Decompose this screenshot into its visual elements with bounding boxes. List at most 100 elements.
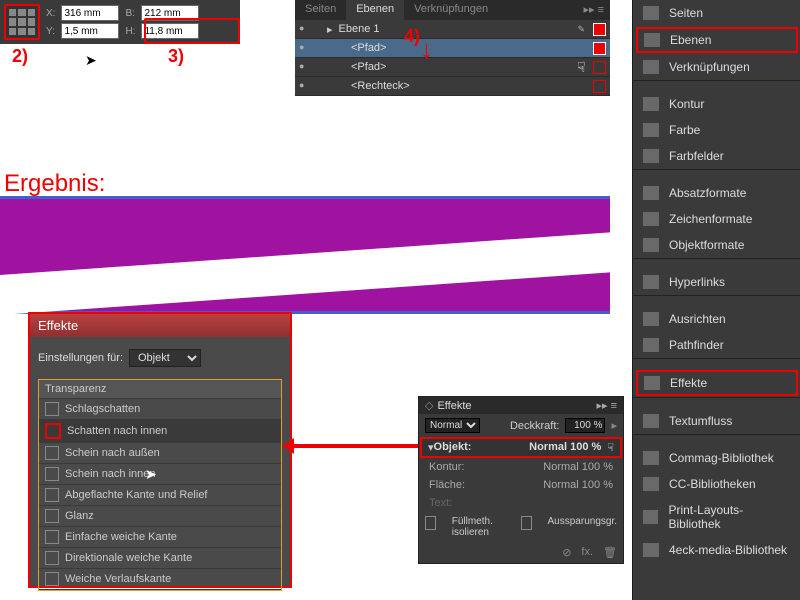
fx-label: Schlagschatten [65,403,140,415]
y-label: Y: [46,26,55,37]
fx-item-schein-aussen[interactable]: Schein nach außen [39,443,281,464]
row-label: Fläche: [429,479,465,491]
sidebar-label: Absatzformate [669,186,746,200]
clear-icon[interactable]: ⊘ [562,546,571,559]
tab-ebenen[interactable]: Ebenen [346,0,404,20]
checkbox-icon[interactable] [45,509,59,523]
sidebar-item-seiten[interactable]: Seiten [633,0,800,26]
target-flaeche-row[interactable]: Fläche:Normal 100 % [419,476,623,494]
panel-footer: ⊘ fx. 🗑 [419,542,623,563]
sidebar-item-objektformate[interactable]: Objektformate [633,232,800,258]
fx-item-transparenz[interactable]: Transparenz [39,380,281,399]
sidebar-label: Ebenen [670,33,711,47]
checkbox-icon[interactable] [45,530,59,544]
color-swatch [593,23,606,36]
visibility-icon[interactable] [299,79,313,93]
checkbox-icon[interactable] [425,516,436,530]
sidebar-item-commagbibliothek[interactable]: Commag-Bibliothek [633,445,800,471]
opacity-input[interactable] [565,418,605,433]
fx-item-relief[interactable]: Abgeflachte Kante und Relief [39,485,281,506]
panel-menu-icon[interactable]: ▸▸ ≡ [577,0,610,20]
fx-item-schein-innen[interactable]: Schein nach innen➤ [39,464,281,485]
sidebar-item-effekte[interactable]: Effekte [636,370,798,396]
panel-title: Effekte [437,400,471,412]
layer-row[interactable]: ▸Ebene 1✎ [295,20,610,39]
checkbox-icon[interactable] [45,488,59,502]
fx-label: Abgeflachte Kante und Relief [65,489,208,501]
checkbox-icon[interactable] [45,551,59,565]
blend-mode-select[interactable]: Normal [425,418,480,433]
sidebar-item-ccbibliotheken[interactable]: CC-Bibliotheken [633,471,800,497]
dialog-title: Effekte [30,314,290,337]
x-input[interactable] [61,5,119,21]
checkbox-icon[interactable] [45,467,59,481]
panel-icon [643,123,659,137]
sidebar-item-pathfinder[interactable]: Pathfinder [633,332,800,358]
checkbox-icon[interactable] [45,423,61,439]
tab-verknuepfungen[interactable]: Verknüpfungen [404,0,498,20]
sidebar-item-absatzformate[interactable]: Absatzformate [633,180,800,206]
visibility-icon[interactable] [299,60,313,74]
y-input[interactable] [61,23,119,39]
sidebar-item-verknpfungen[interactable]: Verknüpfungen [633,54,800,80]
layer-row-rechteck[interactable]: <Rechteck> [295,77,610,96]
row-label: Kontur: [429,461,464,473]
sidebar-label: Verknüpfungen [669,60,750,74]
panel-icon [643,97,659,111]
fx-item-schatten-innen[interactable]: Schatten nach innen [39,420,281,443]
settings-select[interactable]: Objekt [129,349,201,367]
sidebar-item-printlayoutsbibliothek[interactable]: Print-Layouts-Bibliothek [633,497,800,537]
visibility-icon[interactable] [299,41,313,55]
checkbox-icon[interactable] [45,572,59,586]
opacity-label: Deckkraft: [510,420,560,432]
row-label: Objekt: [434,441,472,454]
fx-item-dir-kante[interactable]: Direktionale weiche Kante [39,548,281,569]
row-value: Normal 100 % [529,441,601,454]
right-sidebar: Seiten Ebenen Verknüpfungen KonturFarbeFarb… [632,0,800,600]
fx-label: Transparenz [45,383,106,395]
trash-icon[interactable]: 🗑 [603,546,617,559]
cursor-icon: ➤ [145,466,161,482]
layer-row-pfad1[interactable]: <Pfad> [295,39,610,58]
checkbox-icon[interactable] [45,446,59,460]
target-kontur-row[interactable]: Kontur:Normal 100 % [419,458,623,476]
sidebar-item-eckmediabibliothek[interactable]: 4eck-media-Bibliothek [633,537,800,563]
x-label: X: [46,8,55,19]
sidebar-item-farbe[interactable]: Farbe [633,117,800,143]
panel-icon [644,376,660,390]
sidebar-item-zeichenformate[interactable]: Zeichenformate [633,206,800,232]
visibility-icon[interactable] [299,22,313,36]
target-objekt-row[interactable]: ▾Objekt:Normal 100 %☟ [420,437,622,458]
tab-seiten[interactable]: Seiten [295,0,346,20]
fx-item-weiche-kante[interactable]: Einfache weiche Kante [39,527,281,548]
fx-item-schlagschatten[interactable]: Schlagschatten [39,399,281,420]
fx-item-verlaufskante[interactable]: Weiche Verlaufskante [39,569,281,590]
hand-cursor-icon: ☟ [577,59,593,75]
layer-name: <Pfad> [327,42,589,54]
sidebar-item-farbfelder[interactable]: Farbfelder [633,143,800,169]
sidebar-label: Textumfluss [669,414,732,428]
sidebar-item-hyperlinks[interactable]: Hyperlinks [633,269,800,295]
sidebar-item-kontur[interactable]: Kontur [633,91,800,117]
w-label: B: [125,8,135,19]
reference-point-icon[interactable] [4,4,40,40]
pen-icon[interactable]: ✎ [577,24,585,35]
sidebar-label: Print-Layouts-Bibliothek [668,503,791,531]
sidebar-item-ausrichten[interactable]: Ausrichten [633,306,800,332]
panel-menu-icon[interactable]: ▸▸ ≡ [596,399,617,412]
layer-row-pfad2[interactable]: <Pfad>☟ [295,58,610,77]
panel-icon [643,60,659,74]
sidebar-label: Pathfinder [669,338,724,352]
hand-cursor-icon: ☟ [607,441,614,454]
fx-item-glanz[interactable]: Glanz [39,506,281,527]
panel-icon [643,186,659,200]
fx-icon[interactable]: fx. [581,546,593,559]
checkbox-icon[interactable] [521,516,532,530]
checkbox-icon[interactable] [45,402,59,416]
color-swatch [593,80,606,93]
arrow-left-icon [292,444,420,448]
sidebar-item-textumfluss[interactable]: Textumfluss [633,408,800,434]
panel-icon [643,212,659,226]
panel-icon [643,451,659,465]
sidebar-item-ebenen[interactable]: Ebenen [636,27,798,53]
